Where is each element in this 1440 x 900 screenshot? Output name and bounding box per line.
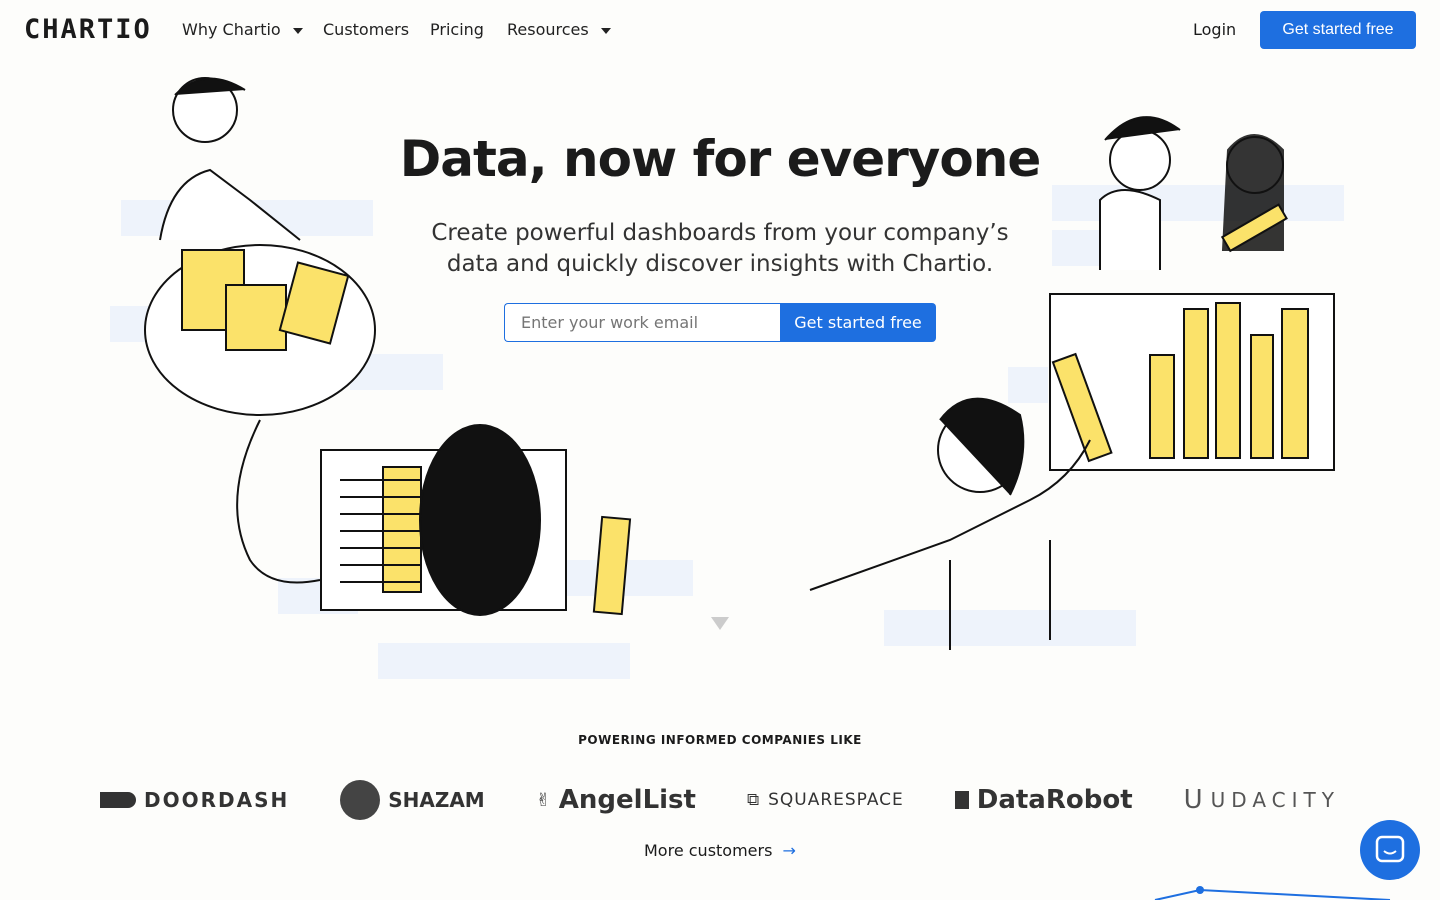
logo-text: AngelList <box>558 785 696 815</box>
chat-button[interactable] <box>1360 820 1420 880</box>
udacity-logo: U UDACITY <box>1184 785 1340 815</box>
more-customers-label: More customers <box>644 841 773 860</box>
email-input[interactable] <box>504 303 780 342</box>
logo-text: SHAZAM <box>388 788 485 812</box>
more-customers-link[interactable]: More customers → <box>644 841 796 860</box>
get-started-button-hero[interactable]: Get started free <box>780 303 936 342</box>
squarespace-logo: ⧉ SQUARESPACE <box>747 790 904 810</box>
victory-hand-icon: ✌ <box>535 789 551 811</box>
udacity-icon: U <box>1183 785 1203 815</box>
chart-line-decoration <box>1154 886 1391 900</box>
squarespace-icon: ⧉ <box>746 790 761 810</box>
robot-icon <box>954 791 969 809</box>
angellist-logo: ✌ AngelList <box>536 785 696 815</box>
customers-heading: POWERING INFORMED COMPANIES LIKE <box>578 733 862 747</box>
doordash-icon <box>100 792 136 808</box>
scroll-down-icon[interactable] <box>711 617 729 630</box>
logo-text: UDACITY <box>1210 788 1340 812</box>
logo-text: DOORDASH <box>144 788 290 812</box>
signup-form: Get started free <box>504 303 936 342</box>
shazam-icon <box>340 780 381 820</box>
doordash-logo: DOORDASH <box>100 788 289 812</box>
logo-text: SQUARESPACE <box>768 790 904 810</box>
logo-text: DataRobot <box>976 785 1133 815</box>
chat-icon <box>1375 835 1405 863</box>
shazam-logo: SHAZAM <box>340 780 485 820</box>
arrow-right-icon: → <box>782 841 796 860</box>
customer-logos: DOORDASH SHAZAM ✌ AngelList ⧉ SQUARESPACE … <box>100 780 1340 820</box>
hero-title: Data, now for everyone <box>399 130 1042 188</box>
datarobot-logo: DataRobot <box>954 785 1133 815</box>
hero-illustration <box>110 77 1344 679</box>
hero-subtitle: Create powerful dashboards from your com… <box>431 220 1009 277</box>
